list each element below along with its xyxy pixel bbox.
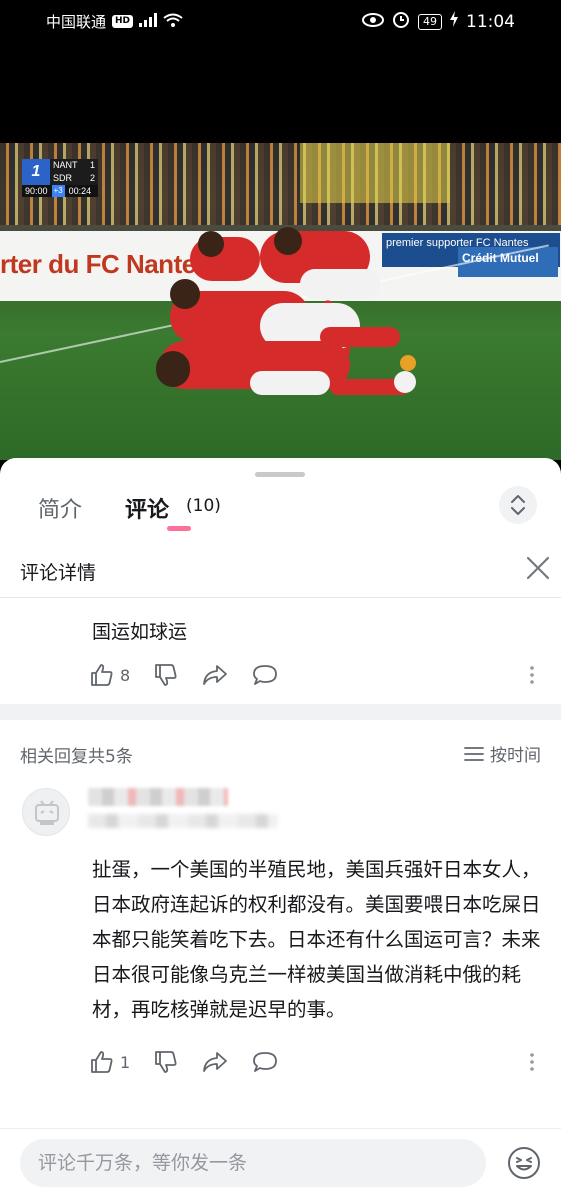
channel-logo: 1 (22, 159, 50, 185)
comment-detail-header: 评论详情 (0, 546, 561, 598)
expand-toggle-button[interactable] (499, 486, 537, 524)
like-button[interactable]: 8 (90, 663, 130, 687)
charging-icon (450, 11, 458, 32)
reply-text: 扯蛋，一个美国的半殖民地，美国兵强奸日本女人，日本政府连起诉的权利都没有。美国要… (92, 858, 541, 1021)
username-blurred (88, 788, 228, 806)
reply-actions: 1 (90, 1048, 302, 1076)
celebrating-players (150, 227, 440, 411)
elapsed-time: 00:24 (68, 186, 92, 196)
share-button[interactable] (202, 663, 228, 687)
comment-input-bar (0, 1128, 561, 1200)
reply-button[interactable] (252, 663, 278, 687)
match-time: 90:00 (25, 186, 48, 196)
scoreboard: 1 NANT 1 SDR 2 90:00 +3 00:24 (22, 159, 98, 199)
active-tab-indicator (167, 526, 191, 531)
added-time: +3 (51, 185, 65, 197)
eye-icon (362, 12, 384, 32)
share-icon (203, 665, 228, 685)
comment-bubble-icon (253, 1052, 278, 1072)
dislike-button[interactable] (154, 1050, 178, 1074)
reply-meta-blurred (88, 814, 278, 828)
team1-score: 1 (89, 160, 95, 170)
close-button[interactable] (524, 554, 552, 582)
close-icon (526, 556, 550, 580)
wifi-icon (163, 13, 183, 31)
ad-banner-sponsor: Crédit Mutuel (462, 251, 539, 265)
more-options-button[interactable] (529, 665, 535, 685)
stadium-stand (300, 143, 450, 203)
battery-indicator: 49 (418, 13, 442, 30)
sort-label: 按时间 (490, 746, 541, 766)
thumbs-down-icon (155, 664, 177, 686)
team2-score: 2 (89, 173, 95, 183)
tab-intro[interactable]: 简介 (38, 492, 82, 524)
dislike-button[interactable] (154, 663, 178, 687)
default-avatar-icon (35, 800, 59, 825)
comment-sheet: 简介 评论 (10) 评论详情 国运如球运 8 相关回复共5条 按时间 扯蛋，一… (0, 458, 561, 1200)
avatar[interactable] (22, 788, 70, 836)
tab-comments[interactable]: 评论 (125, 492, 169, 524)
replies-header: 相关回复共5条 按时间 (0, 728, 561, 778)
video-player[interactable]: rter du FC Nantes premier supporter FC N… (0, 143, 561, 460)
replies-count: 相关回复共5条 (20, 747, 133, 767)
thumbs-up-icon (91, 664, 113, 686)
clock-time: 11:04 (466, 11, 515, 32)
tab-bar: 简介 评论 (10) (0, 486, 561, 538)
like-button[interactable]: 1 (90, 1050, 130, 1074)
chevron-up-down-icon (511, 495, 525, 515)
more-vertical-icon (530, 1053, 534, 1071)
sort-lines-icon (464, 746, 484, 761)
thumbs-down-icon (155, 1051, 177, 1073)
reply-button[interactable] (252, 1050, 278, 1074)
share-icon (203, 1052, 228, 1072)
hd-badge: HD (112, 15, 134, 28)
signal-icon (139, 12, 158, 31)
team2-name: SDR (53, 173, 73, 183)
team1-name: NANT (53, 160, 78, 170)
share-button[interactable] (202, 1050, 228, 1074)
detail-title: 评论详情 (20, 562, 97, 584)
main-comment-actions: 8 (90, 661, 302, 689)
alarm-icon (392, 10, 410, 33)
carrier-label: 中国联通 (46, 13, 107, 31)
more-vertical-icon (530, 666, 534, 684)
comment-bubble-icon (253, 665, 278, 685)
comment-input[interactable] (20, 1139, 486, 1187)
more-options-button[interactable] (529, 1052, 535, 1072)
main-comment: 国运如球运 8 (0, 599, 561, 704)
sort-button[interactable]: 按时间 (464, 741, 541, 766)
comment-count: (10) (186, 496, 221, 516)
like-count: 1 (120, 1052, 131, 1072)
section-divider (0, 704, 561, 720)
reply-item: 扯蛋，一个美国的半殖民地，美国兵强奸日本女人，日本政府连起诉的权利都没有。美国要… (0, 780, 561, 1120)
main-comment-text: 国运如球运 (92, 621, 188, 643)
like-count: 8 (120, 665, 131, 685)
drag-handle[interactable] (255, 472, 305, 477)
emoji-button[interactable] (506, 1145, 542, 1181)
status-bar: 中国联通 HD 49 11:04 (0, 0, 561, 42)
thumbs-up-icon (91, 1051, 113, 1073)
emoji-icon (508, 1147, 540, 1179)
